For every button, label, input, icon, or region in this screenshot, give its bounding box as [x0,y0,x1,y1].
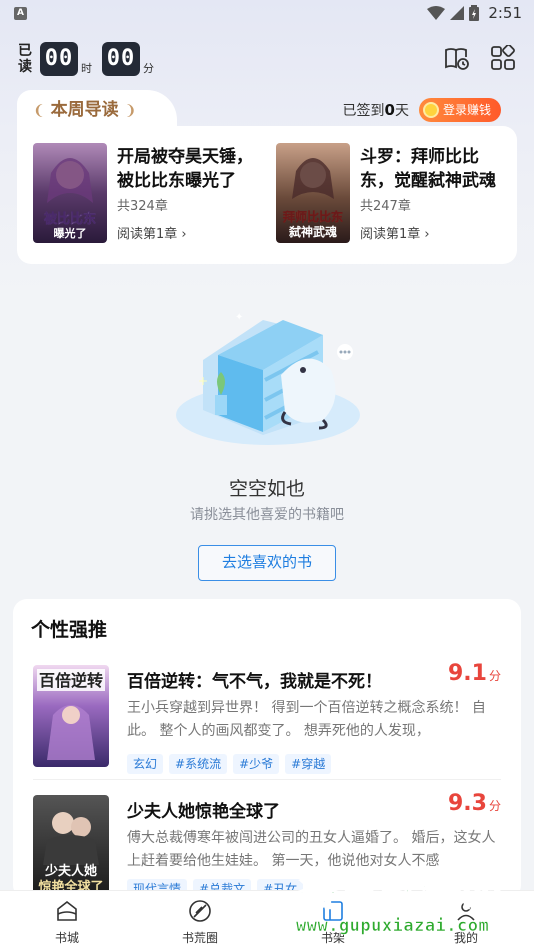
recommend-title: 个性强推 [31,619,108,641]
battery-icon [469,5,480,21]
coin-icon [422,102,439,118]
guide-book-title: 开局被夺昊天锤，被比比东曝光了 [117,147,253,191]
reading-time: 已读 00 时 00 分 [18,42,154,76]
book-history-icon[interactable] [444,45,470,71]
watermark-text: 谷普软件园 [297,867,503,915]
tag[interactable]: #穿越 [285,754,332,774]
minutes-display: 00 [102,42,140,76]
guide-book-title: 斗罗：拜师比比东，觉醒弑神武魂 [360,147,496,191]
empty-title: 空空如也 [228,478,305,500]
weekly-guide-title-wrap: ❨ 本周导读 ❩ [25,97,144,123]
read-label: 阅读第1章 [117,227,178,242]
wifi-icon [427,6,446,20]
login-earn-label: 登录赚钱 [442,103,491,117]
guide-book-read-link[interactable]: 阅读第1章 › [117,223,187,242]
divider [33,779,501,780]
nav-bookcircle[interactable]: 书荒圈 [160,899,240,946]
empty-subtitle: 请挑选其他喜爱的书籍吧 [190,507,344,523]
minutes-unit: 分 [143,62,154,75]
empty-bookshelf-illustration: + ✦ [173,300,363,450]
weekly-guide-card: ❨ 本周导读 ❩ 已签到0天 登录赚钱 被比比东 曝光了 开局被夺昊天锤，被比比… [17,90,517,264]
notification-icon: A [14,7,27,20]
book-description: 王小兵穿越到异世界！ 得到一个百倍逆转之概念系统！ 自此。 整个人的画风都变了。… [127,700,486,739]
svg-text:弑神武魂: 弑神武魂 [288,224,337,239]
signin-area: 已签到0天 登录赚钱 [343,98,501,122]
compass-icon [188,899,212,923]
grid-apps-icon[interactable] [490,44,516,71]
reading-time-label: 已读 [18,43,32,75]
chevron-right-icon: › [181,227,187,242]
guide-book[interactable]: 被比比东 曝光了 开局被夺昊天锤，被比比东曝光了 共324章 阅读第1章 › [33,143,258,247]
laurel-right-icon: ❩ [124,103,137,119]
signal-icon [450,6,465,20]
book-title: 少夫人她惊艳全球了 [127,802,280,822]
laurel-left-icon: ❨ [33,103,45,119]
nav-label: 书城 [54,931,79,945]
book-score: 9.1 分 [448,661,501,686]
read-label: 阅读第1章 [360,227,421,242]
signin-days: 0 [384,101,395,119]
watermark-url: www.gupuxiazai.com [296,916,490,937]
guide-book[interactable]: 拜师比比东 弑神武魂 斗罗：拜师比比东，觉醒弑神武魂 共247章 阅读第1章 › [276,143,501,247]
book-cover: 拜师比比东 弑神武魂 [276,143,350,243]
hours-display: 00 [40,42,78,76]
svg-text:少夫人她: 少夫人她 [44,863,97,879]
book-title: 百倍逆转：气不气，我就是不死！ [127,672,382,692]
clock: 2:51 [488,4,522,22]
score-value: 9.3 [448,791,487,816]
book-tags: 玄幻 #系统流 #少爷 #穿越 [127,754,332,774]
bookstore-icon [55,899,79,923]
login-earn-button[interactable]: 登录赚钱 [418,98,501,122]
book-cover: 被比比东 曝光了 [33,143,107,243]
svg-text:+: + [198,374,208,388]
list-item[interactable]: 百倍逆转 百倍逆转：气不气，我就是不死！ 9.1 分 王小兵穿越到异世界！ 得到一… [13,659,521,789]
svg-text:✦: ✦ [235,312,243,323]
book-cover: 百倍逆转 [33,665,109,767]
score-unit: 分 [488,669,501,683]
tag[interactable]: 玄幻 [127,754,164,774]
recommend-section: 个性强推 百倍逆转 百倍逆转：气不气，我就是不死！ 9.1 分 王小兵穿越到异世界… [13,599,521,899]
guide-book-chapters: 共247章 [360,199,411,214]
tag[interactable]: #少爷 [233,754,280,774]
svg-text:拜师比比东: 拜师比比东 [283,209,343,224]
chevron-right-icon: › [424,227,430,242]
tag[interactable]: #系统流 [169,754,228,774]
guide-book-chapters: 共324章 [117,199,168,214]
score-value: 9.1 [448,661,487,686]
svg-text:被比比东: 被比比东 [43,211,96,227]
guide-book-read-link[interactable]: 阅读第1章 › [360,223,430,242]
score-unit: 分 [488,799,501,813]
watermark-logo: 谷普软件园 www.gupuxiazai.com [290,858,534,950]
signin-prefix: 已签到 [342,103,385,119]
svg-text:曝光了: 曝光了 [54,226,87,240]
nav-bookstore[interactable]: 书城 [27,899,107,946]
book-score: 9.3 分 [448,791,501,816]
signin-status: 已签到0天 [343,100,409,120]
choose-books-button[interactable]: 去选喜欢的书 [198,545,336,581]
svg-text:百倍逆转: 百倍逆转 [39,671,103,690]
signin-suffix: 天 [394,103,409,119]
hours-unit: 时 [81,62,92,75]
nav-label: 书荒圈 [181,931,218,945]
weekly-guide-title: 本周导读 [50,100,119,120]
weekly-guide-body: 被比比东 曝光了 开局被夺昊天锤，被比比东曝光了 共324章 阅读第1章 › 拜… [17,126,517,264]
status-bar: A 2:51 [0,0,534,28]
book-cover: 少夫人她 惊艳全球了 [33,795,109,897]
